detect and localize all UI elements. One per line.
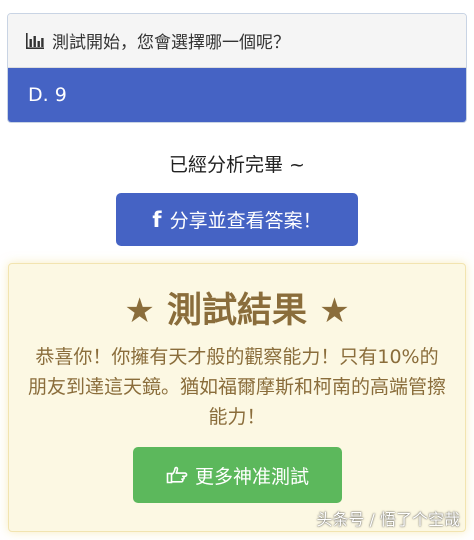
selected-answer-option[interactable]: D. 9: [8, 68, 466, 122]
share-button[interactable]: f 分享並查看答案！: [116, 193, 358, 246]
question-header: 測試開始，您會選擇哪一個呢？: [8, 14, 466, 68]
result-description: 恭喜你！你擁有天才般的觀察能力！只有10%的朋友到達這天鏡。猶如福爾摩斯和柯南的…: [27, 346, 446, 428]
result-title-text: 測試結果: [166, 291, 307, 331]
result-panel: ★ 測試結果 ★ 恭喜你！你擁有天才般的觀察能力！只有10%的朋友到達這天鏡。猶…: [8, 263, 466, 532]
more-tests-button[interactable]: 更多神准測試: [133, 447, 342, 503]
analysis-status-text: 已經分析完畢 ~: [169, 154, 305, 176]
question-title: 測試開始，您會選擇哪一個呢？: [52, 33, 290, 53]
more-tests-button-label: 更多神准測試: [194, 465, 309, 488]
result-title: ★ 測試結果 ★: [9, 282, 465, 333]
hand-pointer-icon: [166, 466, 188, 484]
share-button-label: 分享並查看答案！: [169, 210, 322, 232]
watermark: 头条号 / 悟了个空哉: [316, 510, 460, 529]
star-icon: ★: [319, 291, 350, 331]
question-panel: 測試開始，您會選擇哪一個呢？ D. 9: [7, 13, 467, 123]
bar-chart-icon: [26, 32, 44, 49]
facebook-icon: f: [152, 207, 162, 232]
star-icon: ★: [124, 291, 155, 331]
selected-answer-label: D. 9: [28, 84, 67, 106]
